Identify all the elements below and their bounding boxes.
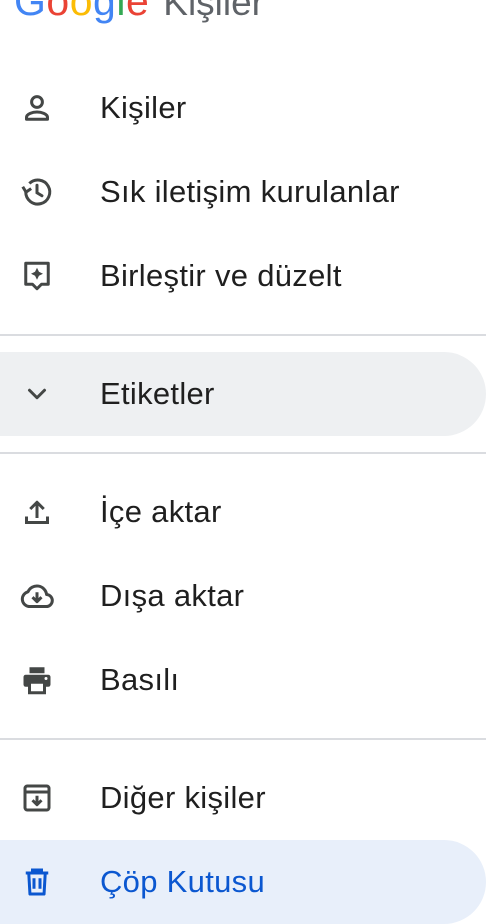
trash-icon	[19, 864, 55, 900]
nav-item-frequent[interactable]: Sık iletişim kurulanlar	[0, 150, 486, 234]
google-contacts-logo[interactable]: Google Kişiler	[14, 0, 264, 38]
nav-label: Etiketler	[100, 376, 215, 411]
chevron-down-icon[interactable]	[19, 376, 55, 412]
nav-label: Kişiler	[100, 90, 187, 125]
archive-download-icon	[19, 780, 55, 816]
nav-item-import[interactable]: İçe aktar	[0, 470, 486, 554]
upload-icon	[19, 494, 55, 530]
nav-label: Birleştir ve düzelt	[100, 258, 342, 293]
nav-item-trash[interactable]: Çöp Kutusu	[0, 840, 486, 924]
nav-label: Basılı	[100, 662, 180, 697]
nav-item-merge-fix[interactable]: Birleştir ve düzelt	[0, 234, 486, 318]
nav-item-contacts[interactable]: Kişiler	[0, 66, 486, 150]
divider	[0, 738, 486, 740]
nav-label: İçe aktar	[100, 494, 222, 529]
nav-label: Dışa aktar	[100, 578, 245, 613]
nav-item-print[interactable]: Basılı	[0, 638, 486, 722]
merge-fix-icon	[19, 258, 55, 294]
nav-item-other-contacts[interactable]: Diğer kişiler	[0, 756, 486, 840]
divider	[0, 334, 486, 336]
nav-item-export[interactable]: Dışa aktar	[0, 554, 486, 638]
printer-icon	[19, 662, 55, 698]
cloud-download-icon	[19, 578, 55, 614]
nav-label: Sık iletişim kurulanlar	[100, 174, 400, 209]
divider	[0, 452, 486, 454]
nav-label: Diğer kişiler	[100, 780, 266, 815]
history-icon	[19, 174, 55, 210]
person-icon	[19, 90, 55, 126]
nav-item-labels[interactable]: Etiketler	[0, 352, 486, 436]
google-wordmark: Google	[14, 0, 150, 24]
nav-label: Çöp Kutusu	[100, 864, 265, 899]
app-name: Kişiler	[163, 0, 265, 23]
